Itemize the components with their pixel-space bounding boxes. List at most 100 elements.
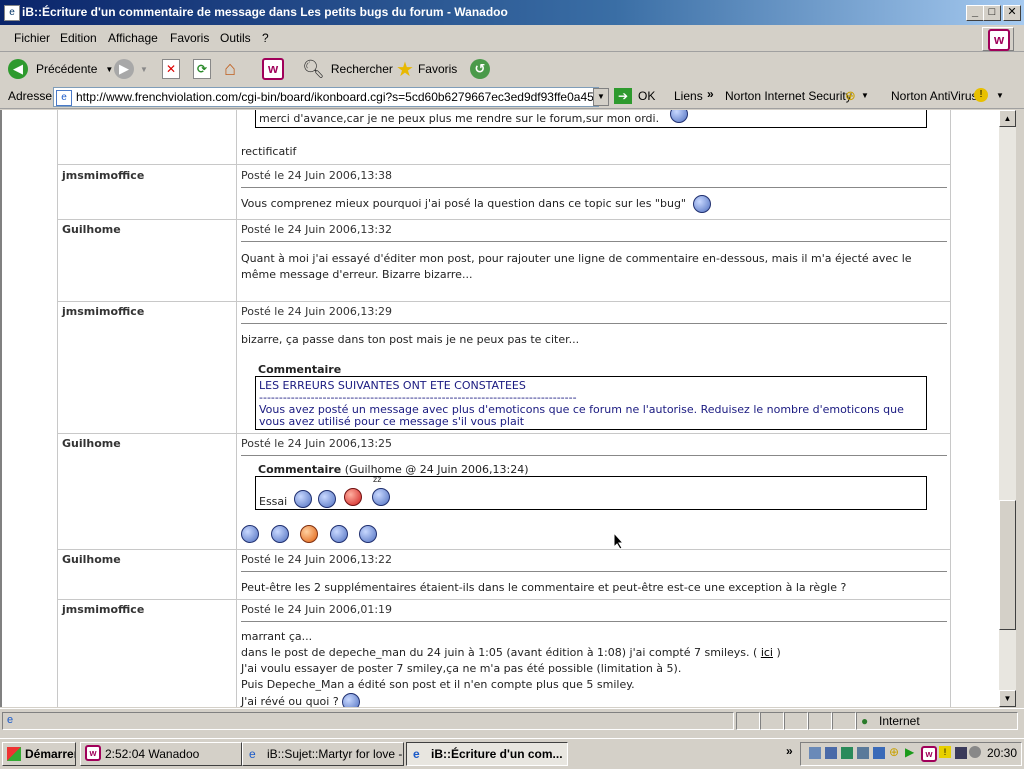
post-row: Guilhome Posté le 24 Juin 2006,13:25 Com…: [58, 433, 950, 550]
comment-label: Commentaire: [258, 463, 342, 476]
post-text-line: Puis Depeche_Man a édité son post et il …: [241, 678, 635, 691]
warning-tray-icon[interactable]: !: [939, 746, 951, 758]
task-ecriture[interactable]: e iB::Écriture d'un com...: [406, 742, 568, 766]
nav-label[interactable]: Norton AntiVirus: [891, 89, 978, 103]
smiley-row: [241, 525, 377, 543]
scroll-up-icon[interactable]: ▲: [999, 110, 1016, 127]
ie-task-icon: e: [413, 747, 420, 761]
wanadoo-button[interactable]: w: [262, 57, 284, 81]
tray-app-icon[interactable]: [825, 747, 837, 759]
error-comment-box: LES ERREURS SUIVANTES ONT ETE CONSTATEES…: [255, 376, 927, 430]
post-author[interactable]: jmsmimoffice: [62, 305, 144, 318]
search-icon: 🔍︎: [302, 58, 325, 79]
smiley-icon: [670, 110, 688, 123]
tray-expand-icon[interactable]: »: [786, 744, 793, 758]
wanadoo-brand: w: [982, 27, 1014, 51]
nis-globe-icon[interactable]: ⊕: [845, 88, 856, 104]
scroll-down-icon[interactable]: ▼: [999, 690, 1016, 707]
history-button[interactable]: ↺: [470, 57, 490, 81]
nav-shield-icon[interactable]: !: [974, 88, 988, 102]
post-content: Posté le 24 Juin 2006,13:29 bizarre, ça …: [236, 301, 949, 433]
post-date: Posté le 24 Juin 2006,13:29: [241, 305, 393, 318]
search-button[interactable]: 🔍︎ Rechercher: [302, 57, 393, 81]
task-label: 2:52:04 Wanadoo: [105, 747, 200, 761]
wanadoo-tray-icon[interactable]: w: [921, 746, 937, 762]
menu-edition[interactable]: Edition: [60, 31, 97, 45]
post-divider: [241, 571, 947, 572]
favorites-star-icon: ★: [396, 58, 414, 81]
tray-clock[interactable]: 20:30: [987, 746, 1017, 760]
norton-tray-icon[interactable]: ⊕: [889, 745, 899, 759]
post-author[interactable]: Guilhome: [62, 553, 121, 566]
vertical-scrollbar[interactable]: ▲ ▼: [999, 110, 1016, 707]
post-row: jmsmimoffice Posté le 24 Juin 2006,13:29…: [58, 301, 950, 434]
menu-outils[interactable]: Outils: [220, 31, 251, 45]
post-row: Guilhome Posté le 24 Juin 2006,13:22 Peu…: [58, 549, 950, 600]
menu-fichier[interactable]: Fichier: [14, 31, 50, 45]
post-author[interactable]: jmsmimoffice: [62, 169, 144, 182]
zone-label: Internet: [879, 714, 920, 728]
smiley-icon: [300, 525, 318, 543]
forward-button[interactable]: ▶ ▼: [114, 57, 148, 81]
ie-task-icon: e: [249, 747, 256, 761]
links-label[interactable]: Liens: [674, 89, 703, 103]
tray-app-icon[interactable]: [841, 747, 853, 759]
ici-link[interactable]: ici: [761, 646, 773, 659]
favorites-button[interactable]: ★ Favoris: [396, 57, 457, 81]
minimize-button[interactable]: _: [966, 5, 984, 21]
comment-label: Commentaire: [258, 363, 342, 376]
tray-app-icon[interactable]: [873, 747, 885, 759]
links-chevron-icon[interactable]: »: [707, 87, 714, 101]
maximize-button[interactable]: □: [983, 5, 1001, 21]
address-input[interactable]: e http://www.frenchviolation.com/cgi-bin/…: [53, 87, 599, 107]
menu-help[interactable]: ?: [262, 31, 269, 45]
task-wanadoo[interactable]: w 2:52:04 Wanadoo: [80, 742, 242, 766]
wanadoo-toolbar-icon: w: [262, 58, 284, 80]
post-row: jmsmimoffice Posté le 24 Juin 2006,01:19…: [58, 599, 950, 707]
nis-label[interactable]: Norton Internet Security: [725, 89, 852, 103]
network-tray-icon[interactable]: [955, 747, 967, 759]
angry-smiley-icon: [344, 488, 362, 506]
task-sujet[interactable]: e iB::Sujet::Martyr for love - ...: [242, 742, 404, 766]
nav-dropdown-icon[interactable]: ▼: [996, 91, 1004, 100]
close-button[interactable]: ✕: [1003, 5, 1021, 21]
menu-affichage[interactable]: Affichage: [108, 31, 158, 45]
go-button[interactable]: ➔ OK: [614, 87, 655, 105]
post-divider: [241, 241, 947, 242]
post-text: ): [776, 646, 781, 659]
status-panel: [760, 712, 784, 730]
start-label: Démarrer: [25, 747, 76, 761]
post-divider: [241, 323, 947, 324]
home-icon: ⌂: [224, 57, 237, 80]
post-text: rectificatif: [241, 145, 297, 158]
post-date: Posté le 24 Juin 2006,13:38: [241, 169, 393, 182]
post-author[interactable]: Guilhome: [62, 437, 121, 450]
post-author[interactable]: jmsmimoffice: [62, 603, 144, 616]
back-button[interactable]: ◀ Précédente ▼: [8, 57, 113, 81]
post-date: Posté le 24 Juin 2006,01:19: [241, 603, 393, 616]
play-tray-icon[interactable]: ▶: [905, 745, 914, 759]
post-text: Vous comprenez mieux pourquoi j'ai posé …: [241, 197, 686, 210]
zone-panel: ● Internet: [856, 712, 1018, 730]
smiley-icon: [329, 525, 348, 543]
window-title: iB::Écriture d'un commentaire de message…: [22, 5, 508, 19]
nis-dropdown-icon[interactable]: ▼: [861, 91, 869, 100]
stop-button[interactable]: ✕: [162, 57, 180, 81]
menu-bar: Fichier Edition Affichage Favoris Outils…: [0, 25, 1024, 52]
tray-app-icon[interactable]: [857, 747, 869, 759]
post-text: Peut-être les 2 supplémentaires étaient-…: [241, 581, 847, 594]
volume-tray-icon[interactable]: [969, 746, 981, 758]
stop-icon: ✕: [162, 59, 180, 79]
forward-dropdown-icon[interactable]: ▼: [140, 65, 148, 74]
tray-app-icon[interactable]: [809, 747, 821, 759]
post-body: Quant à moi j'ai essayé d'éditer mon pos…: [241, 251, 912, 283]
post-body: marrant ça... dans le post de depeche_ma…: [241, 629, 781, 707]
menu-favoris[interactable]: Favoris: [170, 31, 209, 45]
scroll-thumb[interactable]: [999, 500, 1016, 630]
start-button[interactable]: Démarrer: [2, 742, 76, 766]
post-author[interactable]: Guilhome: [62, 223, 121, 236]
refresh-button[interactable]: ⟳: [193, 57, 211, 81]
back-dropdown-icon[interactable]: ▼: [105, 65, 113, 74]
address-dropdown-icon[interactable]: ▼: [593, 88, 609, 106]
home-button[interactable]: ⌂: [224, 57, 236, 81]
